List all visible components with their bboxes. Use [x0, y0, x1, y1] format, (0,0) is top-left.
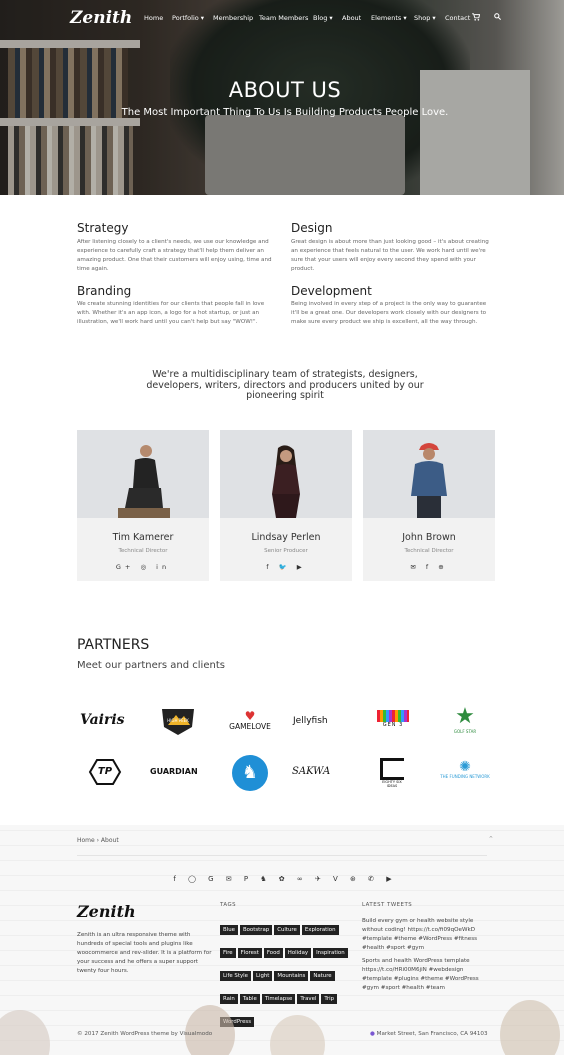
feature-title-branding: Branding — [77, 284, 132, 298]
partner-logo-funding-network[interactable]: ✺ THE FUNDING NETWORK — [436, 760, 494, 779]
partner-logo-eighty-six[interactable]: EIGHTY SIX IDEAS — [378, 758, 406, 788]
gen3-bars-icon — [377, 710, 409, 722]
main-nav: Zenith Home Portfolio ▾ Membership Team … — [0, 0, 564, 36]
horse-icon: ♞ — [241, 762, 259, 783]
tag[interactable]: Inspiration — [313, 948, 348, 958]
nav-contact[interactable]: Contact — [445, 14, 470, 22]
partners-title: PARTNERS — [77, 637, 150, 653]
partner-logo-gamelove[interactable]: ♥ GAMELOVE — [225, 710, 275, 731]
nav-elements[interactable]: Elements ▾ — [371, 14, 407, 22]
tag[interactable]: Exploration — [301, 925, 339, 935]
nav-about[interactable]: About — [342, 14, 361, 22]
tweet: Build every gym or health website style … — [362, 918, 478, 951]
copyright-text: © 2017 Zenith WordPress theme by Visualm… — [77, 1031, 213, 1037]
mission-statement: We're a multidisciplinary team of strate… — [146, 369, 424, 401]
team-card[interactable]: Lindsay Perlen Senior Producer f 🐦 ▶ — [220, 430, 352, 581]
nav-home[interactable]: Home — [144, 14, 163, 22]
tag[interactable]: Bootstrap — [239, 925, 273, 935]
partner-logo-golf-star[interactable]: ★ GOLF STAR — [448, 704, 482, 735]
feature-text-branding: We create stunning identities for our cl… — [77, 301, 265, 325]
footer: Home › About ⌃ f ◯ G ✉ P ♞ ✿ ∞ ✈ V ⊛ ✆ ▶… — [0, 825, 564, 1055]
team-social-icons[interactable]: G+ ◎ in — [77, 563, 209, 571]
partner-logo-guardian[interactable]: GUARDIAN — [150, 767, 198, 776]
nav-membership[interactable]: Membership — [213, 14, 253, 22]
feature-text-strategy: After listening closely to a client's ne… — [77, 239, 272, 272]
tweet: Sports and health WordPress template htt… — [362, 958, 479, 991]
team-member-name: Tim Kamerer — [112, 532, 174, 543]
eighty-six-mark-icon — [380, 758, 404, 780]
partner-logo-gen3[interactable]: GEN 3 — [377, 710, 409, 728]
partner-logo-high-peek[interactable]: HIGH PEEK — [158, 705, 198, 735]
breadcrumb[interactable]: Home › About — [77, 837, 119, 844]
team-member-role: Senior Producer — [264, 548, 308, 554]
divider — [77, 855, 487, 856]
partner-logo-tp[interactable]: TP — [88, 758, 122, 786]
tweets-heading: LATEST TWEETS — [362, 902, 413, 908]
search-icon[interactable] — [494, 13, 502, 22]
tag[interactable]: Timelapse — [261, 994, 296, 1004]
team-card[interactable]: Tim Kamerer Technical Director G+ ◎ in — [77, 430, 209, 581]
tag[interactable]: Food — [263, 948, 283, 958]
heart-icon: ♥ — [244, 709, 256, 723]
feature-title-design: Design — [291, 221, 333, 235]
page-subtitle: The Most Important Thing To Us Is Buildi… — [121, 107, 449, 118]
feature-text-design: Great design is about more than just loo… — [291, 239, 489, 272]
tag[interactable]: Blue — [220, 925, 238, 935]
team-member-role: Technical Director — [404, 548, 454, 554]
team-member-role: Technical Director — [118, 548, 168, 554]
team-member-name: John Brown — [402, 532, 456, 543]
tag[interactable]: Florest — [237, 948, 262, 958]
star-icon: ★ — [455, 704, 475, 729]
address: ● Market Street, San Francisco, CA 94103 — [370, 1031, 488, 1037]
nav-shop[interactable]: Shop ▾ — [414, 14, 436, 22]
site-logo[interactable]: Zenith — [70, 8, 132, 28]
person-figure — [118, 445, 170, 518]
partners-subtitle: Meet our partners and clients — [77, 660, 225, 671]
tag[interactable]: Fire — [220, 948, 236, 958]
map-pin-icon: ● — [370, 1031, 375, 1037]
team-photo — [363, 430, 495, 518]
footer-social-icons[interactable]: f ◯ G ✉ P ♞ ✿ ∞ ✈ V ⊛ ✆ ▶ — [0, 875, 564, 883]
tag[interactable]: Nature — [310, 971, 335, 981]
partner-logo-sakwa[interactable]: SAKWA — [292, 766, 330, 777]
feature-text-development: Being involved in every step of a projec… — [291, 301, 487, 325]
page-title: ABOUT US — [228, 78, 342, 102]
team-social-icons[interactable]: f 🐦 ▶ — [220, 563, 352, 571]
nav-blog[interactable]: Blog ▾ — [313, 14, 333, 22]
team-card[interactable]: John Brown Technical Director ✉ f ⊕ — [363, 430, 495, 581]
cart-icon[interactable] — [472, 13, 481, 23]
team-social-icons[interactable]: ✉ f ⊕ — [363, 563, 495, 571]
tags-heading: TAGS — [220, 902, 237, 908]
tag[interactable]: Holiday — [284, 948, 312, 958]
team-photo — [220, 430, 352, 518]
team-member-name: Lindsay Perlen — [251, 532, 321, 543]
tag[interactable]: Light — [252, 971, 273, 981]
tag[interactable]: Culture — [274, 925, 300, 935]
footer-logo[interactable]: Zenith — [77, 902, 136, 921]
partner-logo-blue-circle[interactable]: ♞ — [232, 755, 268, 791]
partner-logo-vairis[interactable]: Vairis — [80, 712, 125, 728]
person-figure — [272, 445, 300, 518]
wings-icon: ✺ — [459, 759, 471, 775]
feature-title-strategy: Strategy — [77, 221, 129, 235]
tag[interactable]: Table — [239, 994, 260, 1004]
feature-title-development: Development — [291, 284, 372, 298]
nav-team-members[interactable]: Team Members — [259, 14, 308, 22]
partner-logo-jellyfish[interactable]: Jellyfish — [293, 716, 328, 726]
team-photo — [77, 430, 209, 518]
tag[interactable]: Mountains — [274, 971, 309, 981]
tag[interactable]: Travel — [297, 994, 320, 1004]
footer-description: Zenith is an ultra responsive theme with… — [77, 932, 212, 974]
tag-cloud: Blue Bootstrap Culture Exploration Fire Flore… — [220, 916, 355, 1031]
tag[interactable]: Rain — [220, 994, 238, 1004]
tag[interactable]: Trip — [321, 994, 338, 1004]
nav-portfolio[interactable]: Portfolio ▾ — [172, 14, 204, 22]
person-figure — [411, 443, 447, 518]
chevron-up-icon[interactable]: ⌃ — [488, 835, 494, 843]
tag[interactable]: Life Style — [220, 971, 251, 981]
